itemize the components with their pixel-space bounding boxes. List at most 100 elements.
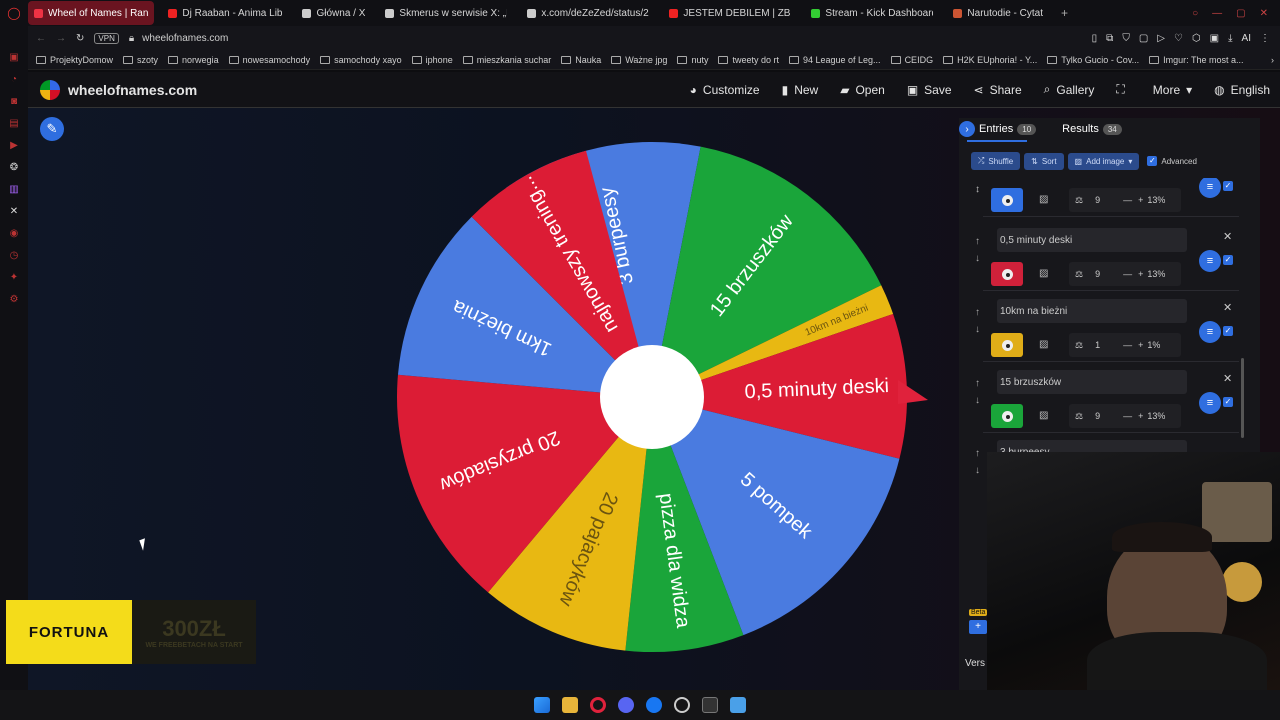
terminal-icon[interactable] — [702, 697, 718, 713]
ai-button[interactable]: AI — [1242, 33, 1251, 44]
back-icon[interactable]: ← — [36, 33, 46, 44]
bookmark-item[interactable]: nowesamochody — [228, 55, 310, 65]
bookmark-item[interactable]: CEIDG — [890, 55, 933, 65]
add-entry-button[interactable]: + — [969, 620, 987, 634]
minimize-button[interactable]: — — [1212, 8, 1222, 19]
browser-tab[interactable]: Narutodie - Cytat — [947, 1, 1049, 25]
move-down-icon[interactable]: ↓ — [975, 395, 980, 406]
entry-name-field[interactable]: 15 brzuszków — [997, 370, 1187, 394]
move-up-icon[interactable]: ↑ — [975, 236, 980, 247]
close-window-button[interactable]: ✕ — [1260, 8, 1268, 19]
bookmark-item[interactable]: 94 League of Leg... — [788, 55, 881, 65]
nav-new-button[interactable]: ▮ New — [782, 82, 819, 97]
nav-gallery-button[interactable]: ⌕ Gallery — [1044, 82, 1095, 97]
site-name[interactable]: wheelofnames.com — [68, 82, 197, 98]
collapse-panel-button[interactable]: › — [959, 121, 975, 137]
start-icon[interactable] — [534, 697, 550, 713]
bookmark-item[interactable]: szoty — [123, 55, 158, 65]
entry-enabled-checkbox[interactable]: ✓ — [1223, 181, 1233, 191]
facebook-icon[interactable] — [646, 697, 662, 713]
weight-value[interactable]: 9 — [1095, 269, 1115, 279]
history-icon[interactable]: ◔ — [7, 72, 21, 86]
bookmark-item[interactable]: mieszkania suchar — [462, 55, 551, 65]
vpn-badge[interactable]: VPN — [94, 32, 119, 44]
bookmark-item[interactable]: Nauka — [561, 55, 601, 65]
weight-value[interactable]: 9 — [1095, 195, 1115, 205]
weight-minus-button[interactable]: — — [1123, 195, 1132, 205]
youtube-icon[interactable]: ▶ — [7, 138, 21, 152]
nav-more-button[interactable]: More ▾ — [1153, 82, 1192, 97]
chatgpt-taskbar-icon[interactable] — [674, 697, 690, 713]
entry-color-button[interactable] — [991, 333, 1023, 357]
clock-icon[interactable]: ◷ — [7, 248, 21, 262]
edit-pencil-button[interactable]: ✎ — [40, 117, 64, 141]
forward-icon[interactable]: → — [56, 33, 66, 44]
entry-name-field[interactable]: 10km na bieżni — [997, 299, 1187, 323]
bookmark-item[interactable]: samochody xayo — [320, 55, 402, 65]
url-field[interactable]: wheelofnames.com — [142, 33, 228, 44]
play-icon[interactable]: ▷ — [1157, 33, 1165, 44]
bookmark-item[interactable]: Imgur: The most a... — [1149, 55, 1244, 65]
move-down-icon[interactable]: ↓ — [975, 253, 980, 264]
move-down-icon[interactable]: ↓ — [975, 184, 980, 195]
browser-tab[interactable]: Wheel of Names | Ran — [28, 1, 155, 25]
nav-fullscreen-button[interactable]: ⛶ — [1116, 82, 1130, 97]
wheel-center[interactable] — [600, 345, 704, 449]
browser-tab[interactable]: Stream - Kick Dashboard — [805, 1, 939, 25]
browser-tab[interactable]: Główna / X — [296, 1, 371, 25]
bookmark-icon[interactable]: ▯ — [1092, 33, 1098, 44]
entry-settings-button[interactable]: ≡ — [1199, 392, 1221, 414]
move-up-icon[interactable]: ↑ — [975, 378, 980, 389]
move-up-icon[interactable]: ↑ — [975, 307, 980, 318]
nav-share-button[interactable]: ⋖ Share — [974, 82, 1022, 97]
add-image-button[interactable]: ▨ Add image ▾ — [1067, 152, 1140, 170]
tab-results[interactable]: Results 34 — [1062, 123, 1122, 135]
entry-image-icon[interactable]: ▨ — [1039, 410, 1048, 421]
wheel-logo-icon[interactable] — [40, 79, 60, 100]
entry-settings-button[interactable]: ≡ — [1199, 321, 1221, 343]
box-icon[interactable]: ▣ — [1210, 33, 1219, 44]
search-tabs-icon[interactable]: ○ — [1192, 8, 1198, 19]
maximize-button[interactable]: ▢ — [1236, 8, 1245, 19]
move-up-icon[interactable]: ↑ — [975, 448, 980, 459]
twitch-icon[interactable]: ▥ — [7, 182, 21, 196]
wallet-icon[interactable]: ◙ — [7, 94, 21, 108]
browser-tab[interactable]: Dj Raaban - Anima Lib — [162, 1, 288, 25]
weight-plus-button[interactable]: + — [1138, 411, 1143, 421]
notepad-icon[interactable] — [730, 697, 746, 713]
entry-settings-button[interactable]: ≡ — [1199, 250, 1221, 272]
delete-entry-icon[interactable]: ✕ — [1223, 372, 1232, 385]
advanced-checkbox[interactable]: ✓ — [1147, 156, 1158, 166]
entry-image-icon[interactable]: ▨ — [1039, 194, 1048, 205]
sort-button[interactable]: ⇅ Sort — [1024, 152, 1064, 170]
weight-minus-button[interactable]: — — [1123, 411, 1132, 421]
new-tab-button[interactable]: + — [1061, 6, 1068, 20]
x-icon[interactable]: ✕ — [7, 204, 21, 218]
weight-plus-button[interactable]: + — [1138, 195, 1143, 205]
scrollbar[interactable] — [1241, 358, 1244, 438]
tab-entries[interactable]: Entries 10 — [979, 123, 1037, 135]
bookmark-item[interactable]: norwegia — [168, 55, 219, 65]
weight-value[interactable]: 1 — [1095, 340, 1115, 350]
wheel[interactable]: 3 burpeesy 15 brzuszków 10km na bieżni0,5 … — [390, 132, 950, 662]
file-explorer-icon[interactable] — [562, 697, 578, 713]
heart-icon[interactable]: ♡ — [1174, 33, 1183, 44]
browser-tab[interactable]: Skmerus w serwisie X: „P — [379, 1, 513, 25]
weight-plus-button[interactable]: + — [1138, 269, 1143, 279]
shuffle-button[interactable]: ⤮ Shuffle — [971, 152, 1021, 170]
download-icon[interactable]: ⤓ — [1228, 33, 1232, 44]
player-icon[interactable]: ◉ — [7, 226, 21, 240]
menu-icon[interactable]: ⋮ — [1260, 33, 1270, 44]
chatgpt-icon[interactable]: ❂ — [7, 160, 21, 174]
bookmark-item[interactable]: Tylko Gucio - Cov... — [1047, 55, 1139, 65]
nav-customize-button[interactable]: ◕ Customize — [690, 82, 760, 97]
nav-save-button[interactable]: ▣ Save — [907, 82, 952, 97]
bookmark-item[interactable]: iphone — [411, 55, 453, 65]
browser-tab[interactable]: JESTEM DEBILEM | ZBUD — [663, 1, 797, 25]
reload-icon[interactable]: ↻ — [76, 33, 84, 44]
bookmark-item[interactable]: ProjektyDomow — [36, 55, 113, 65]
weight-value[interactable]: 9 — [1095, 411, 1115, 421]
weight-minus-button[interactable]: — — [1123, 340, 1132, 350]
puzzle-icon[interactable]: ⬡ — [1192, 33, 1201, 44]
nav-open-button[interactable]: ▰ Open — [840, 82, 885, 97]
